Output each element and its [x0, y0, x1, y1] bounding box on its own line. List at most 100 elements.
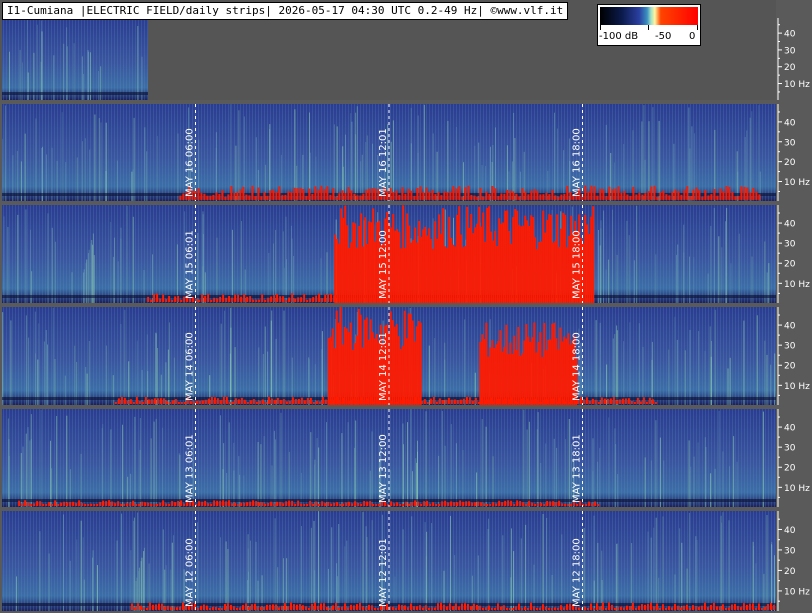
red-burst — [177, 402, 180, 404]
red-burst — [236, 608, 238, 610]
noise-streak — [202, 211, 204, 303]
red-burst — [48, 502, 51, 506]
red-burst — [326, 607, 328, 610]
noise-streak — [24, 133, 26, 201]
red-burst — [516, 210, 519, 303]
noise-streak — [120, 227, 122, 303]
noise-streak — [275, 229, 277, 303]
red-burst — [334, 234, 337, 303]
freq-tick-label: 20 — [784, 260, 796, 270]
red-burst — [689, 196, 692, 200]
red-burst — [126, 503, 129, 506]
red-burst — [429, 398, 432, 404]
red-burst — [659, 608, 661, 610]
red-burst — [269, 190, 272, 200]
red-burst — [342, 398, 345, 404]
red-burst — [402, 397, 405, 404]
red-burst — [482, 196, 485, 200]
red-burst — [405, 398, 408, 404]
noise-streak — [56, 416, 58, 507]
red-burst — [345, 502, 348, 506]
red-burst — [746, 604, 748, 610]
red-burst — [584, 185, 587, 200]
red-burst — [534, 504, 537, 506]
red-burst — [255, 401, 258, 404]
noise-streak — [88, 341, 90, 405]
noise-streak — [234, 347, 236, 405]
red-burst — [446, 606, 448, 610]
red-burst — [311, 603, 313, 610]
noise-streak — [565, 439, 567, 507]
noise-streak — [688, 440, 690, 507]
red-burst — [540, 402, 543, 404]
red-burst — [623, 607, 625, 610]
red-burst — [713, 602, 715, 610]
red-burst — [312, 297, 315, 302]
red-burst — [467, 185, 470, 200]
noise-streak — [696, 539, 698, 611]
red-burst — [171, 400, 174, 404]
red-burst — [522, 502, 525, 506]
red-burst — [686, 186, 689, 200]
red-burst — [540, 502, 543, 506]
red-burst — [553, 322, 556, 405]
red-burst — [333, 502, 336, 506]
red-burst — [626, 194, 629, 200]
red-burst — [549, 398, 552, 404]
red-burst — [620, 606, 622, 610]
red-burst — [209, 608, 211, 610]
noise-streak — [215, 132, 217, 201]
red-burst — [237, 294, 240, 302]
red-burst — [345, 328, 348, 405]
red-burst — [344, 193, 347, 200]
noise-streak — [173, 535, 175, 611]
red-burst — [677, 191, 680, 200]
red-burst — [346, 225, 349, 303]
red-burst — [141, 401, 144, 404]
red-burst — [212, 607, 214, 610]
noise-streak — [444, 342, 446, 405]
red-burst — [511, 353, 514, 405]
red-burst — [557, 607, 559, 610]
red-burst — [728, 607, 730, 610]
red-burst — [454, 246, 457, 303]
noise-streak — [526, 429, 528, 507]
red-burst — [197, 188, 200, 200]
red-burst — [162, 500, 165, 506]
red-burst — [210, 503, 213, 506]
red-burst — [221, 607, 223, 610]
red-burst — [398, 604, 400, 610]
red-burst — [174, 502, 177, 506]
red-burst — [300, 503, 303, 506]
noise-streak — [647, 531, 649, 611]
noise-streak — [547, 170, 549, 201]
noise-streak — [105, 345, 107, 405]
red-burst — [150, 299, 153, 302]
red-burst — [504, 210, 507, 303]
red-burst — [521, 608, 523, 610]
red-burst — [564, 401, 567, 404]
red-burst — [168, 402, 171, 404]
noise-streak — [275, 439, 277, 507]
red-burst — [372, 401, 375, 404]
red-burst — [218, 193, 221, 200]
red-burst — [391, 320, 394, 405]
red-burst — [464, 187, 467, 200]
red-burst — [430, 238, 433, 303]
red-burst — [426, 402, 429, 404]
red-burst — [543, 323, 546, 405]
time-marker-label: MAY 13 06:01 — [185, 434, 196, 503]
red-burst — [351, 503, 354, 506]
red-burst — [354, 223, 357, 303]
red-burst — [234, 294, 237, 302]
red-burst — [509, 190, 512, 200]
red-burst — [471, 502, 474, 506]
noise-streak — [545, 443, 547, 507]
noise-streak — [714, 309, 716, 405]
noise-streak — [617, 543, 618, 611]
red-burst — [234, 502, 237, 506]
red-burst — [204, 399, 207, 404]
noise-streak — [704, 350, 706, 405]
red-burst — [452, 606, 454, 610]
noise-streak — [197, 232, 199, 303]
